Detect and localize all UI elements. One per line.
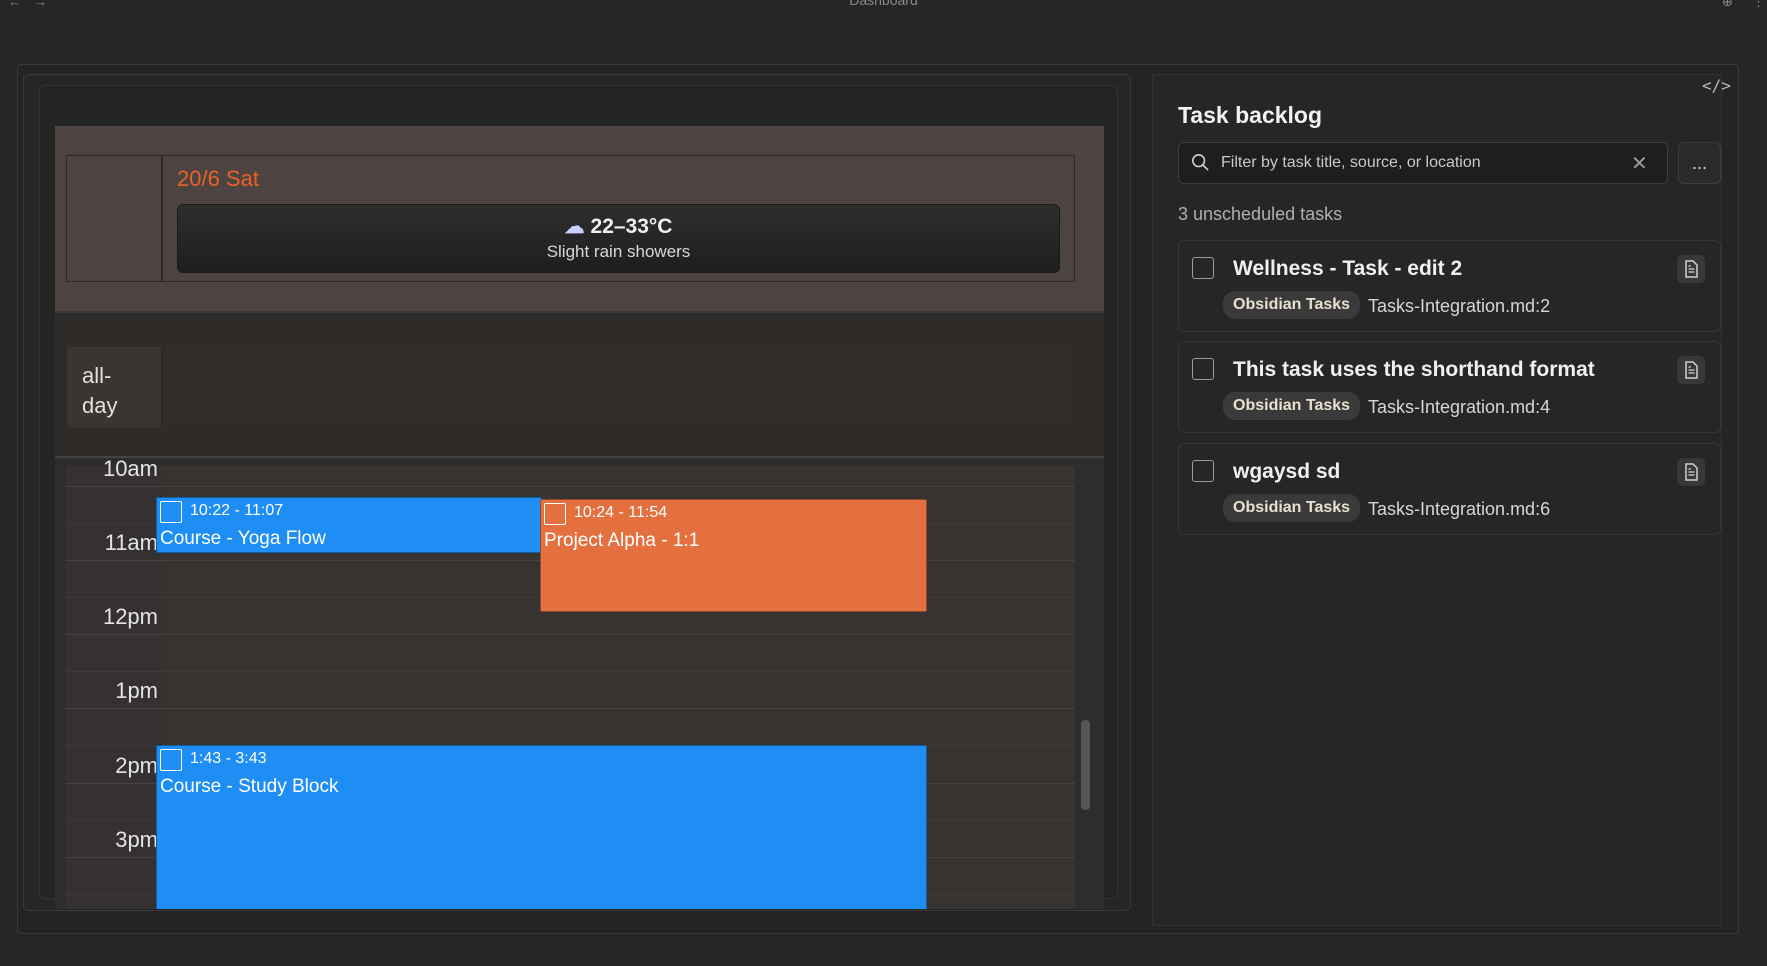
event-checkbox[interactable] bbox=[160, 749, 182, 771]
weather-widget: ☁ 22–33°C Slight rain showers bbox=[177, 204, 1060, 273]
time-label-1pm: 1pm bbox=[115, 678, 158, 703]
event-project-alpha[interactable]: 10:24 - 11:54 Project Alpha - 1:1 bbox=[540, 499, 927, 612]
time-label-12pm: 12pm bbox=[102, 604, 158, 629]
task-checkbox[interactable] bbox=[1192, 257, 1214, 279]
event-title: Course - Yoga Flow bbox=[160, 528, 326, 549]
time-label-11am: 11am bbox=[104, 530, 158, 555]
half-hour-line bbox=[66, 671, 1075, 672]
hour-line bbox=[66, 708, 1075, 709]
event-time: 10:24 - 11:54 bbox=[574, 504, 668, 521]
event-title: Course - Study Block bbox=[160, 776, 339, 797]
time-label-3pm: 3pm bbox=[115, 827, 158, 852]
task-card[interactable]: This task uses the shorthand format Obsi… bbox=[1178, 341, 1721, 433]
time-grid-scrollbar[interactable] bbox=[1081, 720, 1090, 810]
more-options-button[interactable]: ... bbox=[1678, 142, 1721, 184]
code-view-icon[interactable]: </> bbox=[1702, 76, 1731, 95]
task-source-badge: Obsidian Tasks bbox=[1223, 494, 1361, 522]
open-file-button[interactable] bbox=[1677, 356, 1705, 384]
task-source-badge: Obsidian Tasks bbox=[1223, 291, 1361, 319]
task-location[interactable]: Tasks-Integration.md:6 bbox=[1368, 499, 1550, 520]
search-icon bbox=[1191, 153, 1209, 171]
task-card[interactable]: Wellness - Task - edit 2 Obsidian Tasks … bbox=[1178, 240, 1721, 332]
task-location[interactable]: Tasks-Integration.md:2 bbox=[1368, 296, 1550, 317]
window-title: Dashboard bbox=[849, 0, 918, 8]
time-grid[interactable]: 10am 11am 12pm 1pm 2pm 3pm 10:22 - 11:07… bbox=[55, 456, 1104, 909]
day-header: 20/6 Sat ☁ 22–33°C Slight rain showers bbox=[55, 126, 1104, 313]
open-file-button[interactable] bbox=[1677, 255, 1705, 283]
more-options-icon[interactable]: ⋮ bbox=[1752, 0, 1765, 10]
document-icon bbox=[1685, 260, 1698, 278]
task-title[interactable]: This task uses the shorthand format bbox=[1233, 358, 1595, 382]
event-yoga-flow[interactable]: 10:22 - 11:07 Course - Yoga Flow bbox=[156, 497, 542, 553]
search-input[interactable] bbox=[1221, 143, 1621, 183]
event-time: 10:22 - 11:07 bbox=[190, 502, 284, 519]
event-checkbox[interactable] bbox=[160, 501, 182, 523]
event-time: 1:43 - 3:43 bbox=[190, 750, 267, 767]
task-checkbox[interactable] bbox=[1192, 358, 1214, 380]
all-day-row: all-day bbox=[55, 315, 1104, 458]
hour-line bbox=[66, 634, 1075, 635]
open-file-button[interactable] bbox=[1677, 458, 1705, 486]
header-gutter bbox=[66, 155, 162, 282]
close-icon[interactable]: ✕ bbox=[1631, 151, 1648, 176]
search-box[interactable]: ✕ bbox=[1178, 142, 1668, 184]
rain-cloud-icon: ☁ bbox=[564, 216, 585, 238]
time-label-10am: 10am bbox=[102, 456, 158, 481]
event-title: Project Alpha - 1:1 bbox=[544, 530, 700, 551]
unscheduled-count: 3 unscheduled tasks bbox=[1178, 204, 1343, 224]
event-checkbox[interactable] bbox=[544, 503, 566, 525]
pin-icon[interactable]: ⊕ bbox=[1722, 0, 1733, 10]
date-label[interactable]: 20/6 Sat bbox=[177, 166, 259, 192]
all-day-cell[interactable] bbox=[162, 346, 1075, 429]
task-title[interactable]: Wellness - Task - edit 2 bbox=[1233, 257, 1462, 281]
task-checkbox[interactable] bbox=[1192, 460, 1214, 482]
task-card[interactable]: wgaysd sd Obsidian Tasks Tasks-Integrati… bbox=[1178, 443, 1721, 535]
document-icon bbox=[1685, 463, 1698, 481]
day-calendar: 20/6 Sat ☁ 22–33°C Slight rain showers al… bbox=[55, 126, 1104, 909]
temperature-text: 22–33°C bbox=[590, 215, 673, 238]
backlog-title: Task backlog bbox=[1178, 102, 1323, 128]
weather-temperature: ☁ 22–33°C bbox=[178, 214, 1059, 239]
task-source-badge: Obsidian Tasks bbox=[1223, 392, 1361, 420]
time-label-2pm: 2pm bbox=[115, 753, 158, 778]
day-column-header[interactable]: 20/6 Sat ☁ 22–33°C Slight rain showers bbox=[162, 155, 1075, 282]
hour-line bbox=[66, 486, 1075, 487]
all-day-label: all-day bbox=[66, 346, 162, 429]
title-bar: ← → Dashboard ⊕ ⋮ bbox=[0, 0, 1767, 28]
task-title[interactable]: wgaysd sd bbox=[1233, 460, 1340, 484]
task-location[interactable]: Tasks-Integration.md:4 bbox=[1368, 397, 1550, 418]
event-study-block[interactable]: 1:43 - 3:43 Course - Study Block bbox=[156, 745, 927, 909]
weather-description: Slight rain showers bbox=[546, 242, 691, 261]
document-icon bbox=[1685, 361, 1698, 379]
